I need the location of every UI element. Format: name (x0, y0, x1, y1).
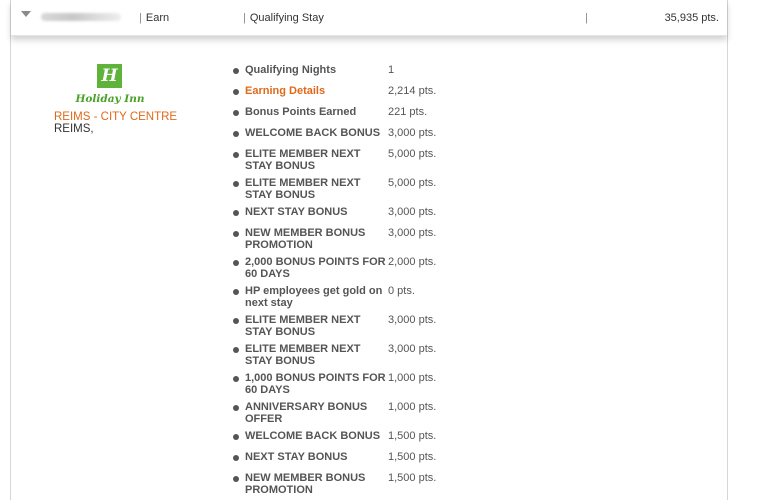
bullet-icon (233, 231, 239, 237)
holiday-inn-logo: H Holiday Inn (71, 64, 144, 108)
detail-value: 5,000 pts. (388, 148, 437, 160)
bullet-icon (233, 318, 239, 324)
stay-panel: | Earn | Qualifying Stay | 35,935 pts. H H… (10, 0, 728, 500)
bullet-icon (233, 289, 239, 295)
logo-square: H (97, 64, 122, 88)
detail-value: 2,000 pts. (388, 256, 437, 268)
detail-label: ELITE MEMBER NEXT STAY BONUS (245, 177, 361, 201)
detail-value: 1,000 pts. (388, 372, 437, 384)
detail-value: 3,000 pts. (388, 206, 437, 218)
column-separator: | (585, 12, 588, 24)
qualifying-stay-label: Qualifying Stay (249, 12, 324, 24)
earning-details-link[interactable]: Earning Details (245, 85, 388, 97)
logo-wordmark: Holiday Inn (75, 93, 145, 105)
detail-row: NEXT STAY BONUS 3,000 pts. (230, 206, 460, 218)
detail-row: ELITE MEMBER NEXT STAY BONUS 5,000 pts. (230, 148, 460, 172)
bullet-icon (233, 476, 239, 482)
activity-type: | Earn (139, 12, 170, 24)
detail-row: Qualifying Nights 1 (230, 64, 460, 76)
detail-label: WELCOME BACK BONUS (245, 127, 381, 139)
detail-value: 1,500 pts. (388, 472, 437, 484)
detail-value: 3,000 pts. (388, 127, 437, 139)
bullet-icon (233, 181, 239, 187)
detail-value: 1,500 pts. (388, 451, 437, 463)
hotel-city: REIMS, (54, 123, 94, 135)
detail-value: 221 pts. (388, 106, 428, 118)
detail-value: 0 pts. (388, 285, 415, 297)
detail-row: Bonus Points Earned 221 pts. (230, 106, 460, 118)
detail-label: 1,000 BONUS POINTS FOR 60 DAYS (245, 372, 386, 396)
total-points: 35,935 pts. (664, 12, 719, 24)
detail-row: 2,000 BONUS POINTS FOR 60 DAYS 2,000 pts. (230, 256, 460, 280)
detail-row: NEW MEMBER BONUS PROMOTION 1,500 pts. (230, 472, 460, 496)
bullet-icon (233, 152, 239, 158)
bullet-icon (233, 347, 239, 353)
detail-label: ELITE MEMBER NEXT STAY BONUS (245, 148, 361, 172)
expand-collapse-triangle-icon[interactable] (21, 11, 31, 17)
detail-value: 2,214 pts. (388, 85, 437, 97)
detail-row: NEXT STAY BONUS 1,500 pts. (230, 451, 460, 463)
detail-label: ELITE MEMBER NEXT STAY BONUS (245, 314, 361, 338)
detail-value: 3,000 pts. (388, 343, 437, 355)
detail-row: WELCOME BACK BONUS 1,500 pts. (230, 430, 460, 442)
detail-value: 3,000 pts. (388, 314, 437, 326)
bullet-icon (233, 131, 239, 137)
bullet-icon (233, 260, 239, 266)
detail-label: Bonus Points Earned (245, 106, 357, 118)
bullet-icon (233, 68, 239, 74)
bullet-icon (233, 455, 239, 461)
bullet-icon (233, 405, 239, 411)
redacted-date (41, 13, 121, 21)
bullet-icon (233, 210, 239, 216)
detail-row: 1,000 BONUS POINTS FOR 60 DAYS 1,000 pts. (230, 372, 460, 396)
detail-label: 2,000 BONUS POINTS FOR 60 DAYS (245, 256, 386, 280)
detail-label: ELITE MEMBER NEXT STAY BONUS (245, 343, 361, 367)
detail-label: NEW MEMBER BONUS PROMOTION (245, 227, 366, 251)
bullet-icon (233, 376, 239, 382)
detail-row: HP employees get gold on next stay 0 pts. (230, 285, 460, 309)
detail-label: Qualifying Nights (245, 64, 337, 76)
detail-label: NEW MEMBER BONUS PROMOTION (245, 472, 366, 496)
detail-value: 1,500 pts. (388, 430, 437, 442)
detail-row: NEW MEMBER BONUS PROMOTION 3,000 pts. (230, 227, 460, 251)
bullet-icon (233, 89, 239, 95)
detail-label: HP employees get gold on next stay (245, 285, 383, 309)
detail-row: ELITE MEMBER NEXT STAY BONUS 3,000 pts. (230, 343, 460, 367)
stay-type: | Qualifying Stay (243, 12, 324, 24)
detail-label: NEXT STAY BONUS (245, 451, 348, 463)
bullet-icon (233, 434, 239, 440)
detail-row: ANNIVERSARY BONUS OFFER 1,000 pts. (230, 401, 460, 425)
detail-row: Earning Details 2,214 pts. (230, 85, 460, 97)
detail-label: NEXT STAY BONUS (245, 206, 348, 218)
detail-label: WELCOME BACK BONUS (245, 430, 381, 442)
detail-row: ELITE MEMBER NEXT STAY BONUS 5,000 pts. (230, 177, 460, 201)
earn-label: Earn (145, 12, 170, 24)
detail-row: ELITE MEMBER NEXT STAY BONUS 3,000 pts. (230, 314, 460, 338)
detail-value: 3,000 pts. (388, 227, 437, 239)
detail-label: ANNIVERSARY BONUS OFFER (245, 401, 368, 425)
detail-value: 5,000 pts. (388, 177, 437, 189)
stay-summary-row[interactable]: | Earn | Qualifying Stay | 35,935 pts. (11, 0, 727, 36)
detail-value: 1 (388, 64, 395, 76)
hotel-name[interactable]: REIMS - CITY CENTRE (54, 111, 177, 123)
bullet-icon (233, 110, 239, 116)
detail-value: 1,000 pts. (388, 401, 437, 413)
detail-row: WELCOME BACK BONUS 3,000 pts. (230, 127, 460, 139)
